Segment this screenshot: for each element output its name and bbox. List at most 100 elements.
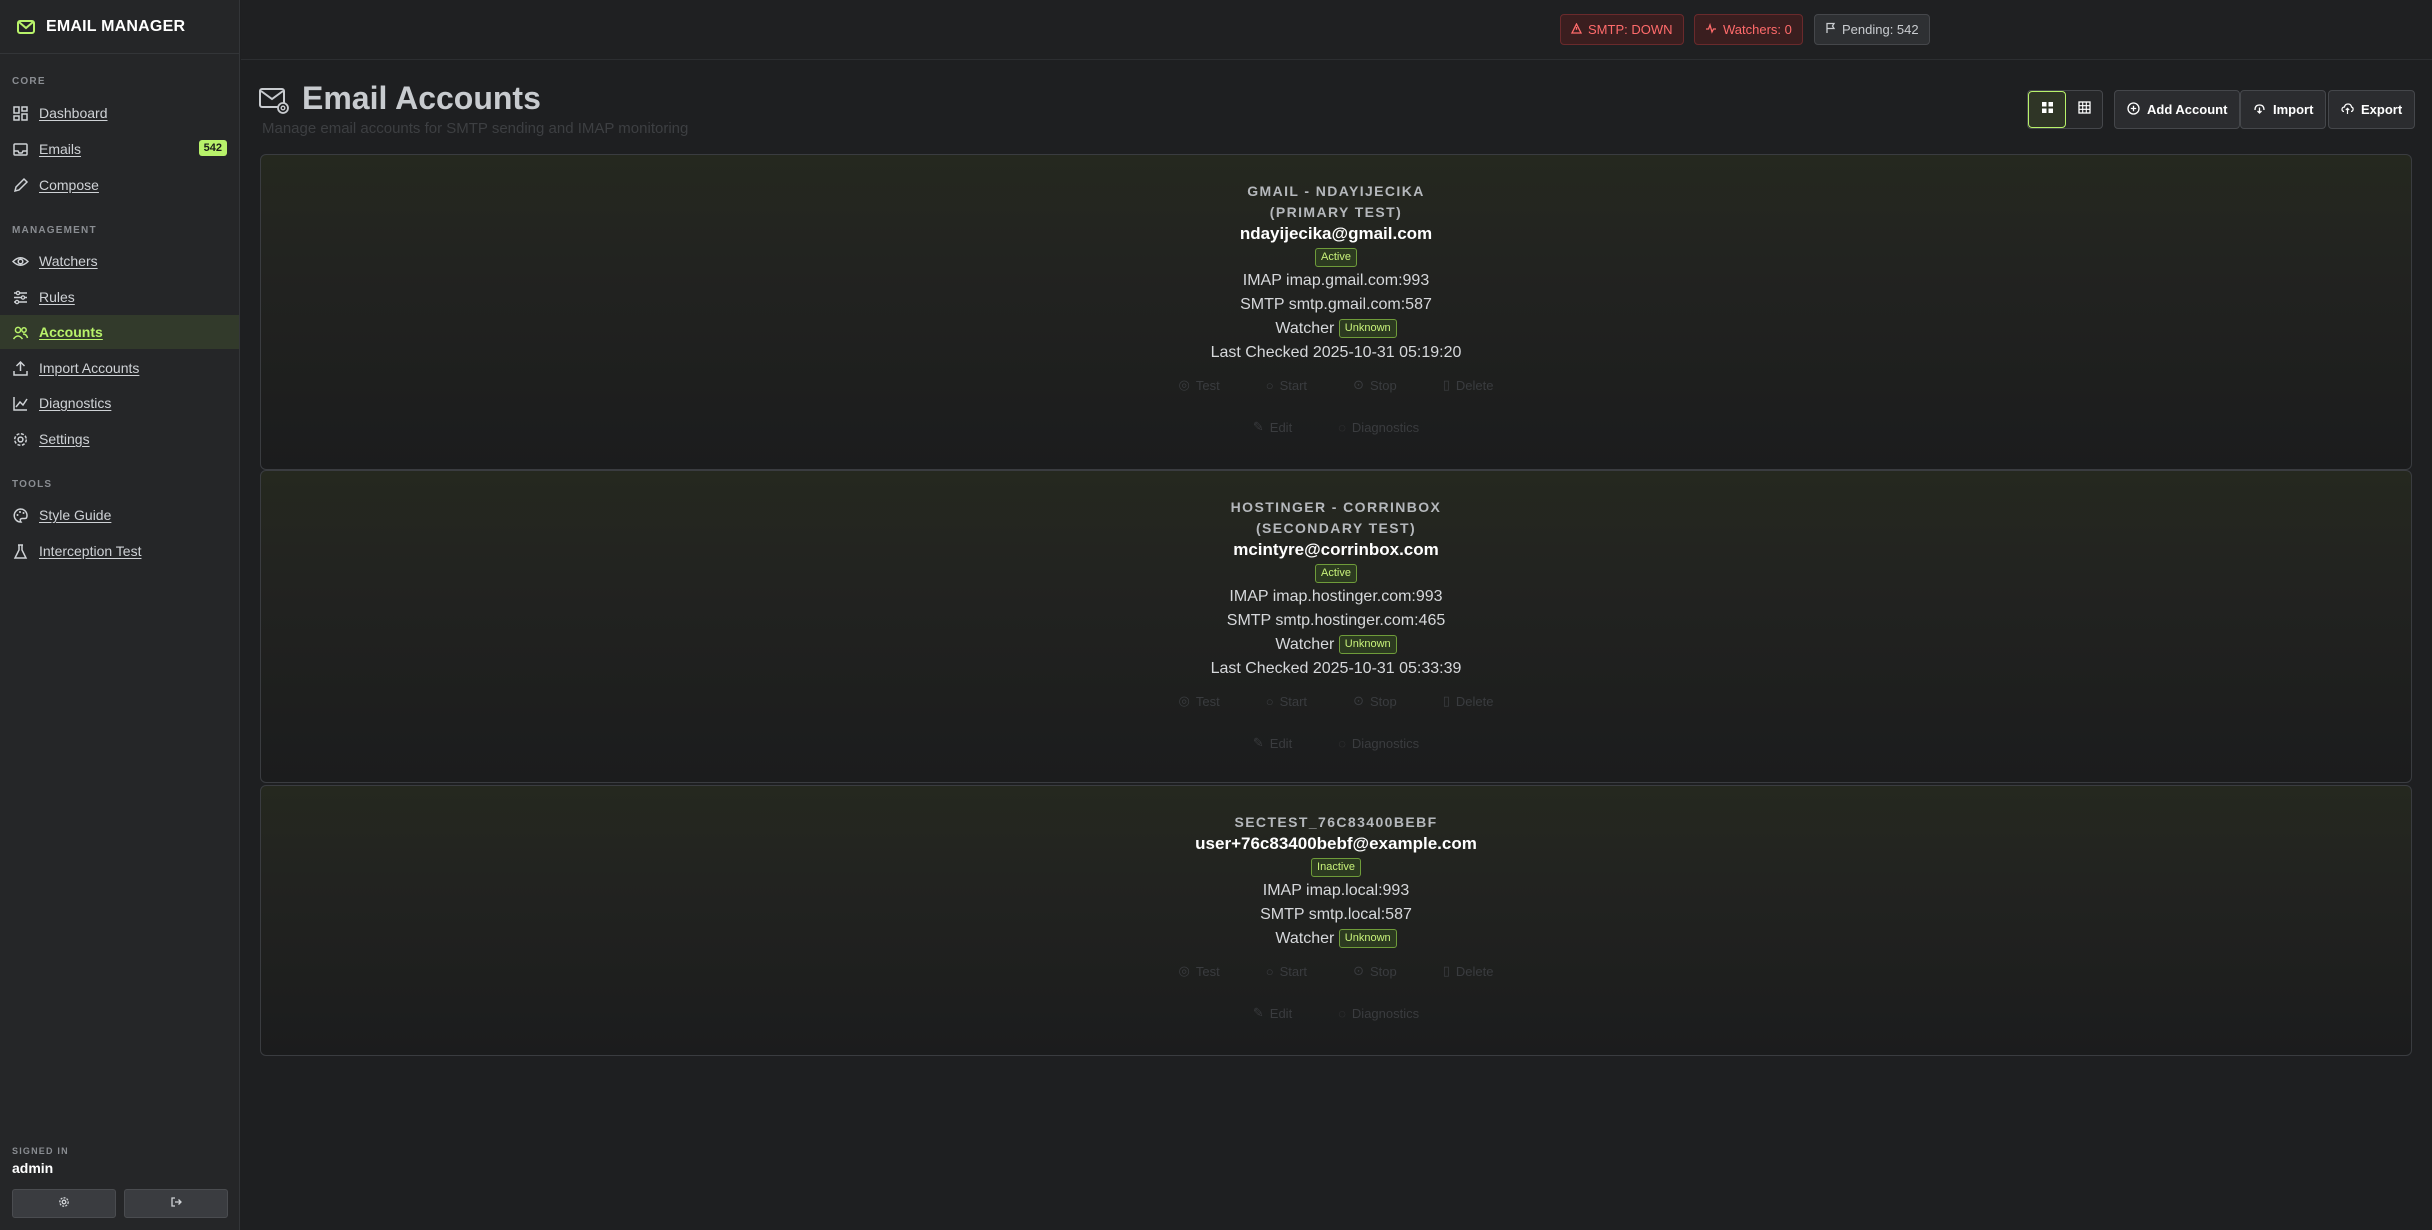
sidebar-item-dashboard[interactable]: Dashboard (0, 96, 239, 130)
watcher-label: Watcher (1275, 320, 1335, 337)
sidebar-item-watchers[interactable]: Watchers (0, 244, 239, 278)
pending-status-pill[interactable]: Pending: 542 (1814, 14, 1930, 45)
grid-icon (2041, 101, 2054, 119)
start-icon: ○ (1265, 693, 1274, 709)
sidebar-item-label: Emails (39, 141, 82, 157)
sidebar-item-style-guide[interactable]: Style Guide (0, 498, 239, 532)
start-icon: ○ (1265, 963, 1274, 979)
sidebar-item-label: Watchers (39, 253, 98, 269)
start-icon: ○ (1265, 377, 1274, 393)
sliders-icon (12, 289, 29, 306)
signed-in-label: SIGNED IN (12, 1146, 69, 1156)
start-button[interactable]: ○ Start (1266, 963, 1307, 979)
stop-label: Stop (1369, 963, 1397, 979)
pending-status-text: Pending: 542 (1842, 22, 1919, 37)
edit-button[interactable]: ✎ Edit (1253, 1005, 1292, 1021)
account-card[interactable]: SECTEST_76C83400BEBF user+76c83400bebf@e… (260, 785, 2412, 1056)
stop-button[interactable]: ⊙ Stop (1353, 693, 1397, 709)
stop-button[interactable]: ⊙ Stop (1353, 377, 1397, 393)
eye-icon (12, 253, 29, 270)
edit-button[interactable]: ✎ Edit (1253, 419, 1292, 435)
nav-section-core: CORE (12, 76, 46, 87)
play-icon: ◎ (1178, 963, 1190, 978)
watcher-label: Watcher (1275, 930, 1335, 947)
smtp-server: SMTP smtp.local:587 (1260, 906, 1412, 923)
test-button[interactable]: ◎ Test (1179, 693, 1220, 709)
sidebar-item-compose[interactable]: Compose (0, 168, 239, 202)
test-button[interactable]: ◎ Test (1179, 963, 1220, 979)
view-toggle (2027, 90, 2103, 129)
diagnostics-icon: ◌ (1338, 419, 1346, 435)
delete-label: Delete (1455, 377, 1494, 393)
imap-server: IMAP imap.gmail.com:993 (1242, 272, 1430, 289)
grid-view-button[interactable] (2028, 91, 2066, 128)
table-icon (2077, 100, 2091, 119)
sidebar-item-accounts[interactable]: Accounts (0, 315, 239, 349)
start-label: Start (1279, 377, 1308, 393)
delete-label: Delete (1455, 693, 1494, 709)
diagnostics-button[interactable]: ◌ Diagnostics (1338, 735, 1419, 751)
trash-icon: ▯ (1442, 693, 1450, 708)
inbox-icon (12, 141, 29, 158)
stop-button[interactable]: ⊙ Stop (1353, 963, 1397, 979)
status-badge: Inactive (1311, 858, 1361, 877)
diagnostics-button[interactable]: ◌ Diagnostics (1338, 419, 1419, 435)
nav-section-tools: TOOLS (12, 479, 53, 490)
start-label: Start (1279, 693, 1308, 709)
export-button[interactable]: Export (2328, 90, 2416, 129)
account-card[interactable]: GMAIL - NDAYIJECIKA (PRIMARY TEST) ndayi… (260, 154, 2412, 470)
edit-label: Edit (1269, 419, 1293, 435)
sidebar-item-label: Rules (39, 289, 75, 305)
nav-section-management: MANAGEMENT (12, 225, 97, 236)
sidebar-item-diagnostics[interactable]: Diagnostics (0, 386, 239, 420)
watchers-status-pill[interactable]: Watchers: 0 (1694, 14, 1803, 45)
test-label: Test (1195, 963, 1220, 979)
test-label: Test (1195, 377, 1220, 393)
diagnostics-button[interactable]: ◌ Diagnostics (1338, 1005, 1419, 1021)
sidebar-item-label: Style Guide (39, 507, 112, 523)
page-title: Email Accounts (302, 80, 541, 116)
delete-button[interactable]: ▯ Delete (1443, 693, 1494, 709)
user-settings-button[interactable] (12, 1189, 116, 1218)
sidebar-item-emails[interactable]: Emails 542 (0, 132, 239, 166)
smtp-server: SMTP smtp.hostinger.com:465 (1226, 612, 1446, 629)
delete-button[interactable]: ▯ Delete (1443, 963, 1494, 979)
account-card[interactable]: HOSTINGER - CORRINBOX (SECONDARY TEST) m… (260, 470, 2412, 783)
delete-button[interactable]: ▯ Delete (1443, 377, 1494, 393)
sidebar-item-label: Settings (39, 431, 90, 447)
mail-icon (16, 17, 36, 37)
export-label: Export (2361, 102, 2403, 117)
test-button[interactable]: ◎ Test (1179, 377, 1220, 393)
gear-icon (12, 431, 29, 448)
upload-icon (12, 360, 29, 377)
sidebar-item-settings[interactable]: Settings (0, 422, 239, 456)
edit-label: Edit (1269, 735, 1293, 751)
sidebar: EMAIL MANAGER CORE MANAGEMENT TOOLS Dash… (0, 0, 240, 1230)
start-button[interactable]: ○ Start (1266, 693, 1307, 709)
emails-count-badge: 542 (198, 140, 227, 156)
import-button[interactable]: Import (2240, 90, 2327, 129)
edit-button[interactable]: ✎ Edit (1253, 735, 1292, 751)
edit-label: Edit (1269, 1005, 1293, 1021)
start-button[interactable]: ○ Start (1266, 377, 1307, 393)
sidebar-item-label: Import Accounts (39, 360, 140, 376)
cloud-upload-icon (2341, 102, 2354, 118)
mail-at-icon (258, 84, 290, 116)
last-checked: Last Checked 2025-10-31 05:19:20 (1210, 344, 1462, 361)
topbar: SMTP: DOWN Watchers: 0 Pending: 542 (241, 0, 2432, 60)
add-account-button[interactable]: Add Account (2114, 90, 2241, 129)
stop-icon: ⊙ (1353, 693, 1364, 708)
smtp-status-pill[interactable]: SMTP: DOWN (1560, 14, 1684, 45)
sidebar-item-rules[interactable]: Rules (0, 280, 239, 314)
account-name-detail: (SECONDARY TEST) (1255, 520, 1417, 536)
account-email: mcintyre@corrinbox.com (1233, 540, 1439, 559)
sidebar-item-import-accounts[interactable]: Import Accounts (0, 351, 239, 385)
table-view-button[interactable] (2066, 91, 2102, 128)
status-badge: Active (1315, 564, 1357, 583)
sidebar-item-interception-test[interactable]: Interception Test (0, 534, 239, 568)
logout-button[interactable] (124, 1189, 228, 1218)
pencil-icon: ✎ (1252, 735, 1264, 750)
brand[interactable]: EMAIL MANAGER (0, 0, 239, 54)
status-badge: Active (1315, 248, 1357, 267)
diagnostics-icon: ◌ (1338, 1005, 1346, 1021)
